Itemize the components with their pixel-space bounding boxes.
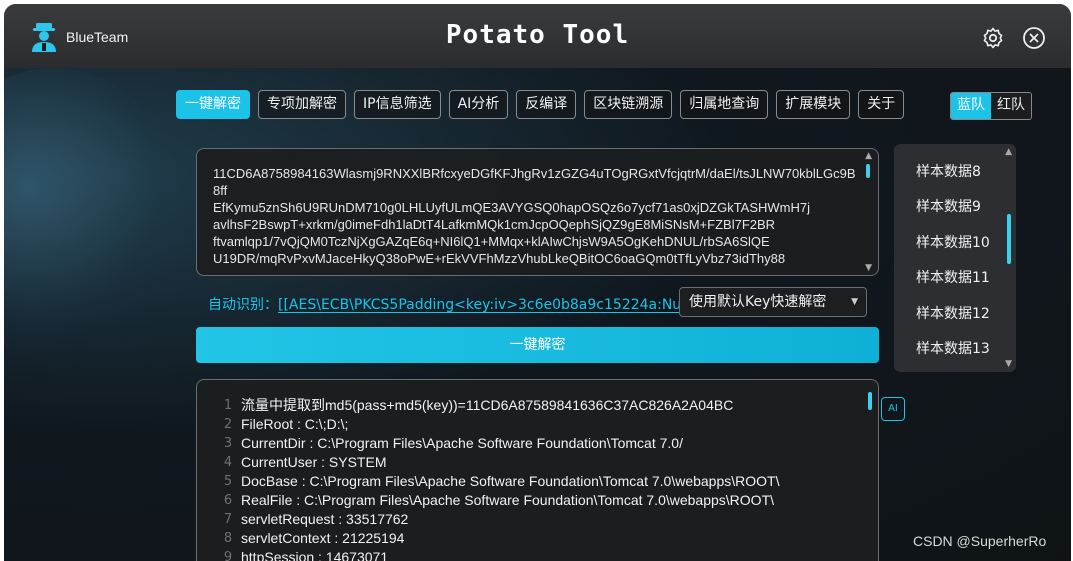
- output-line: 5 DocBase : C:\Program Files\Apache Softw…: [223, 473, 780, 489]
- sample-item[interactable]: 样本数据13: [894, 332, 1016, 367]
- app-window: BlueTeam Potato Tool 一键解密 专项加解密 IP信息筛选 A…: [4, 4, 1071, 561]
- sample-item[interactable]: 样本数据12: [894, 297, 1016, 332]
- output-line: 6 RealFile : C:\Program Files\Apache Soft…: [223, 492, 775, 508]
- output-line: 9 httpSession : 14673071: [223, 549, 389, 561]
- key-mode-select[interactable]: 使用默认Key快速解密 ▼: [679, 287, 867, 317]
- red-team-button[interactable]: 红队: [991, 93, 1031, 119]
- scroll-up-icon[interactable]: ▲: [865, 152, 872, 161]
- tab-extensions[interactable]: 扩展模块: [776, 90, 851, 119]
- output-area[interactable]: 1 流量中提取到md5(pass+md5(key))=11CD6A87589841…: [196, 379, 879, 561]
- sample-list: 样本数据8 样本数据9 样本数据10 样本数据11 样本数据12 样本数据13 …: [894, 144, 1016, 372]
- key-mode-value: 使用默认Key快速解密: [689, 294, 827, 310]
- chevron-down-icon: ▼: [851, 297, 858, 307]
- tab-special-crypto[interactable]: 专项加解密: [258, 90, 346, 119]
- tab-decompile[interactable]: 反编译: [516, 90, 577, 119]
- one-click-decrypt-button[interactable]: 一键解密: [196, 327, 879, 363]
- tab-about[interactable]: 关于: [858, 90, 905, 119]
- output-line: 3 CurrentDir : C:\Program Files\Apache So…: [223, 435, 683, 451]
- sample-scrollbar-thumb[interactable]: [1007, 214, 1011, 264]
- scroll-down-icon[interactable]: ▼: [1005, 360, 1012, 369]
- sample-item[interactable]: 样本数据8: [894, 155, 1016, 190]
- main-tabs: 一键解密 专项加解密 IP信息筛选 AI分析 反编译 区块链溯源 归属地查询 扩…: [176, 90, 905, 119]
- cipher-input-area[interactable]: 11CD6A8758984163Wlasmj9RNXXlBRfcxyeDGfKF…: [196, 148, 879, 276]
- input-scrollbar-thumb[interactable]: [866, 164, 870, 178]
- output-line: 7 servletRequest : 33517762: [223, 511, 409, 527]
- app-title: Potato Tool: [445, 20, 630, 50]
- output-scrollbar-thumb[interactable]: [868, 392, 872, 410]
- ai-chip-icon[interactable]: AI: [881, 397, 905, 421]
- output-line: 4 CurrentUser : SYSTEM: [223, 454, 387, 470]
- sample-item[interactable]: 样本数据11: [894, 261, 1016, 296]
- tab-blockchain-trace[interactable]: 区块链溯源: [584, 90, 673, 119]
- tab-ai-analysis[interactable]: AI分析: [448, 90, 509, 119]
- tab-one-click-decrypt[interactable]: 一键解密: [176, 90, 250, 119]
- watermark: CSDN @SuperherRo: [913, 533, 1047, 549]
- output-line: 1 流量中提取到md5(pass+md5(key))=11CD6A87589841…: [223, 397, 734, 413]
- auto-detect-result: 自动识别：[[AES\ECB\PKCS5Padding<key:iv>3c6e0…: [208, 294, 700, 314]
- tab-location-lookup[interactable]: 归属地查询: [680, 90, 769, 119]
- auto-detect-label: 自动识别：: [208, 297, 278, 313]
- output-line: 2 FileRoot : C:\;D:\;: [223, 416, 349, 432]
- tab-ip-filter[interactable]: IP信息筛选: [354, 90, 441, 119]
- detected-algorithm[interactable]: [[AES\ECB\PKCS5Padding<key:iv>3c6e0b8a9c…: [278, 297, 700, 313]
- output-line: 8 servletContext : 21225194: [223, 530, 405, 546]
- sample-item[interactable]: 样本数据10: [894, 226, 1016, 261]
- blue-team-button[interactable]: 蓝队: [951, 93, 991, 119]
- globe-background: [4, 68, 184, 368]
- team-switch: 蓝队 红队: [950, 92, 1032, 120]
- sample-item[interactable]: 样本数据9: [894, 190, 1016, 225]
- cipher-text[interactable]: 11CD6A8758984163Wlasmj9RNXXlBRfcxyeDGfKF…: [213, 165, 856, 269]
- gear-icon[interactable]: [981, 26, 1005, 50]
- title-bar[interactable]: BlueTeam Potato Tool: [4, 4, 1071, 68]
- close-circle-icon[interactable]: [1022, 26, 1046, 50]
- scroll-down-icon[interactable]: ▼: [865, 264, 872, 273]
- scroll-up-icon[interactable]: ▲: [1005, 148, 1012, 157]
